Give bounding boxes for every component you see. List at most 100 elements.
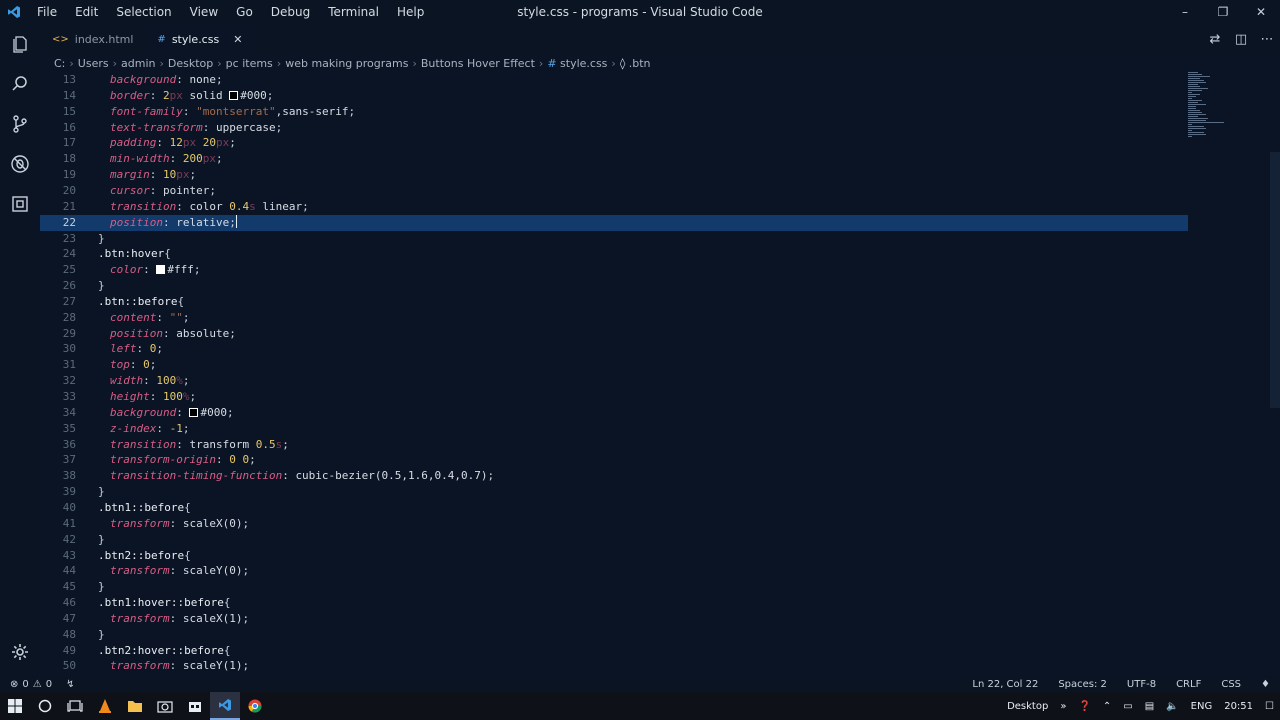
notifications-bell-icon[interactable]: ♦ bbox=[1251, 679, 1280, 690]
breadcrumb-file[interactable]: # style.css bbox=[547, 57, 607, 70]
camera-icon[interactable] bbox=[150, 692, 180, 720]
split-editor-icon[interactable]: ◫ bbox=[1234, 32, 1248, 47]
menu-view[interactable]: View bbox=[181, 0, 227, 24]
code-line[interactable]: 16 text-transform: uppercase; bbox=[40, 120, 1188, 136]
language-mode[interactable]: CSS bbox=[1211, 679, 1251, 690]
menu-selection[interactable]: Selection bbox=[107, 0, 180, 24]
code-line[interactable]: 42} bbox=[40, 532, 1188, 548]
breadcrumb-item[interactable]: Users bbox=[78, 57, 109, 70]
status-problems[interactable]: ⊗ 0 ⚠ 0 ↯ bbox=[0, 679, 75, 690]
breadcrumb-item[interactable]: web making programs bbox=[285, 57, 408, 70]
help-icon[interactable]: ❓ bbox=[1072, 701, 1096, 712]
extensions-icon[interactable] bbox=[0, 184, 40, 224]
code-line[interactable]: 45} bbox=[40, 579, 1188, 595]
source-control-icon[interactable] bbox=[0, 104, 40, 144]
code-line[interactable]: 49 .btn2:hover::before{ bbox=[40, 643, 1188, 659]
code-line[interactable]: 40 .btn1::before{ bbox=[40, 500, 1188, 516]
code-line[interactable]: 21 transition: color 0.4s linear; bbox=[40, 199, 1188, 215]
color-swatch[interactable] bbox=[189, 407, 199, 417]
maximize-icon[interactable]: ❐ bbox=[1204, 0, 1242, 24]
debug-icon[interactable] bbox=[0, 144, 40, 184]
breadcrumb-item[interactable]: Desktop bbox=[168, 57, 213, 70]
minimize-icon[interactable]: – bbox=[1166, 0, 1204, 24]
volume-icon[interactable]: 🔈 bbox=[1160, 701, 1184, 712]
explorer-icon[interactable] bbox=[0, 24, 40, 64]
menu-debug[interactable]: Debug bbox=[262, 0, 319, 24]
code-line[interactable]: 30 left: 0; bbox=[40, 341, 1188, 357]
chevron-up-icon[interactable]: ⌃ bbox=[1097, 701, 1117, 712]
code-line[interactable]: 24 .btn:hover{ bbox=[40, 246, 1188, 262]
indentation[interactable]: Spaces: 2 bbox=[1048, 679, 1117, 690]
code-line[interactable]: 46 .btn1:hover::before{ bbox=[40, 595, 1188, 611]
code-line[interactable]: 28 content: ""; bbox=[40, 310, 1188, 326]
task-view-icon[interactable] bbox=[60, 692, 90, 720]
action-center-icon[interactable]: ☐ bbox=[1259, 701, 1280, 712]
code-line[interactable]: 35 z-index: -1; bbox=[40, 421, 1188, 437]
vscode-taskbar-icon[interactable] bbox=[210, 692, 240, 720]
file-explorer-icon[interactable] bbox=[120, 692, 150, 720]
menu-edit[interactable]: Edit bbox=[66, 0, 107, 24]
open-changes-icon[interactable]: ⇄ bbox=[1208, 32, 1222, 47]
battery-icon[interactable]: ▭ bbox=[1117, 701, 1138, 712]
minimap[interactable] bbox=[1188, 72, 1228, 152]
code-line[interactable]: 20 cursor: pointer; bbox=[40, 183, 1188, 199]
code-line[interactable]: 13 background: none; bbox=[40, 72, 1188, 88]
cursor-position[interactable]: Ln 22, Col 22 bbox=[962, 679, 1048, 690]
code-line[interactable]: 48} bbox=[40, 627, 1188, 643]
menu-go[interactable]: Go bbox=[227, 0, 262, 24]
vlc-icon[interactable] bbox=[90, 692, 120, 720]
breadcrumb-item[interactable]: Buttons Hover Effect bbox=[421, 57, 535, 70]
tab-style-css[interactable]: # style.css ✕ bbox=[145, 24, 255, 54]
cortana-search-icon[interactable] bbox=[30, 692, 60, 720]
code-line[interactable]: 39} bbox=[40, 484, 1188, 500]
chrome-icon[interactable] bbox=[240, 692, 270, 720]
code-line[interactable]: 25 color: #fff; bbox=[40, 262, 1188, 278]
color-swatch[interactable] bbox=[229, 90, 239, 100]
breadcrumb-item[interactable]: C: bbox=[54, 57, 65, 70]
code-line[interactable]: 29 position: absolute; bbox=[40, 326, 1188, 342]
code-line[interactable]: 36 transition: transform 0.5s; bbox=[40, 437, 1188, 453]
more-actions-icon[interactable]: ⋯ bbox=[1260, 32, 1274, 47]
code-line[interactable]: 34 background: #000; bbox=[40, 405, 1188, 421]
menu-terminal[interactable]: Terminal bbox=[319, 0, 388, 24]
encoding[interactable]: UTF-8 bbox=[1117, 679, 1166, 690]
desktop-toolbar[interactable]: Desktop bbox=[1001, 701, 1054, 712]
breadcrumb-item[interactable]: pc items bbox=[226, 57, 273, 70]
end-of-line[interactable]: CRLF bbox=[1166, 679, 1211, 690]
tab-index-html[interactable]: <> index.html bbox=[40, 24, 145, 54]
network-icon[interactable]: ▤ bbox=[1139, 701, 1160, 712]
settings-gear-icon[interactable] bbox=[0, 632, 40, 672]
clock[interactable]: 20:51 bbox=[1218, 701, 1259, 712]
editor-scrollbar[interactable] bbox=[1270, 152, 1280, 408]
code-line[interactable]: 43 .btn2::before{ bbox=[40, 548, 1188, 564]
code-line[interactable]: 33 height: 100%; bbox=[40, 389, 1188, 405]
code-line[interactable]: 38 transition-timing-function: cubic-bezi… bbox=[40, 468, 1188, 484]
code-line[interactable]: 44 transform: scaleY(0); bbox=[40, 563, 1188, 579]
store-icon[interactable] bbox=[180, 692, 210, 720]
code-line[interactable]: 37 transform-origin: 0 0; bbox=[40, 452, 1188, 468]
menu-file[interactable]: File bbox=[28, 0, 66, 24]
code-line[interactable]: 47 transform: scaleX(1); bbox=[40, 611, 1188, 627]
close-window-icon[interactable]: ✕ bbox=[1242, 0, 1280, 24]
code-line[interactable]: 27 .btn::before{ bbox=[40, 294, 1188, 310]
code-line[interactable]: 32 width: 100%; bbox=[40, 373, 1188, 389]
code-line[interactable]: 17 padding: 12px 20px; bbox=[40, 135, 1188, 151]
code-line[interactable]: 41 transform: scaleX(0); bbox=[40, 516, 1188, 532]
code-line[interactable]: 18 min-width: 200px; bbox=[40, 151, 1188, 167]
code-line[interactable]: 22 position: relative; bbox=[40, 214, 1188, 231]
code-line[interactable]: 50 transform: scaleY(1); bbox=[40, 658, 1188, 674]
windows-start-icon[interactable] bbox=[0, 692, 30, 720]
color-swatch[interactable] bbox=[156, 265, 166, 275]
code-line[interactable]: 26} bbox=[40, 278, 1188, 294]
breadcrumb-item[interactable]: admin bbox=[121, 57, 155, 70]
code-line[interactable]: 14 border: 2px solid #000; bbox=[40, 88, 1188, 104]
input-language[interactable]: ENG bbox=[1185, 701, 1219, 712]
code-line[interactable]: 31 top: 0; bbox=[40, 357, 1188, 373]
live-share-icon[interactable]: ↯ bbox=[66, 679, 74, 690]
code-line[interactable]: 15 font-family: "montserrat",sans-serif; bbox=[40, 104, 1188, 120]
search-icon[interactable] bbox=[0, 64, 40, 104]
menu-help[interactable]: Help bbox=[388, 0, 433, 24]
code-line[interactable]: 19 margin: 10px; bbox=[40, 167, 1188, 183]
close-tab-icon[interactable]: ✕ bbox=[233, 33, 242, 46]
breadcrumb-symbol[interactable]: ◊ .btn bbox=[620, 57, 651, 70]
